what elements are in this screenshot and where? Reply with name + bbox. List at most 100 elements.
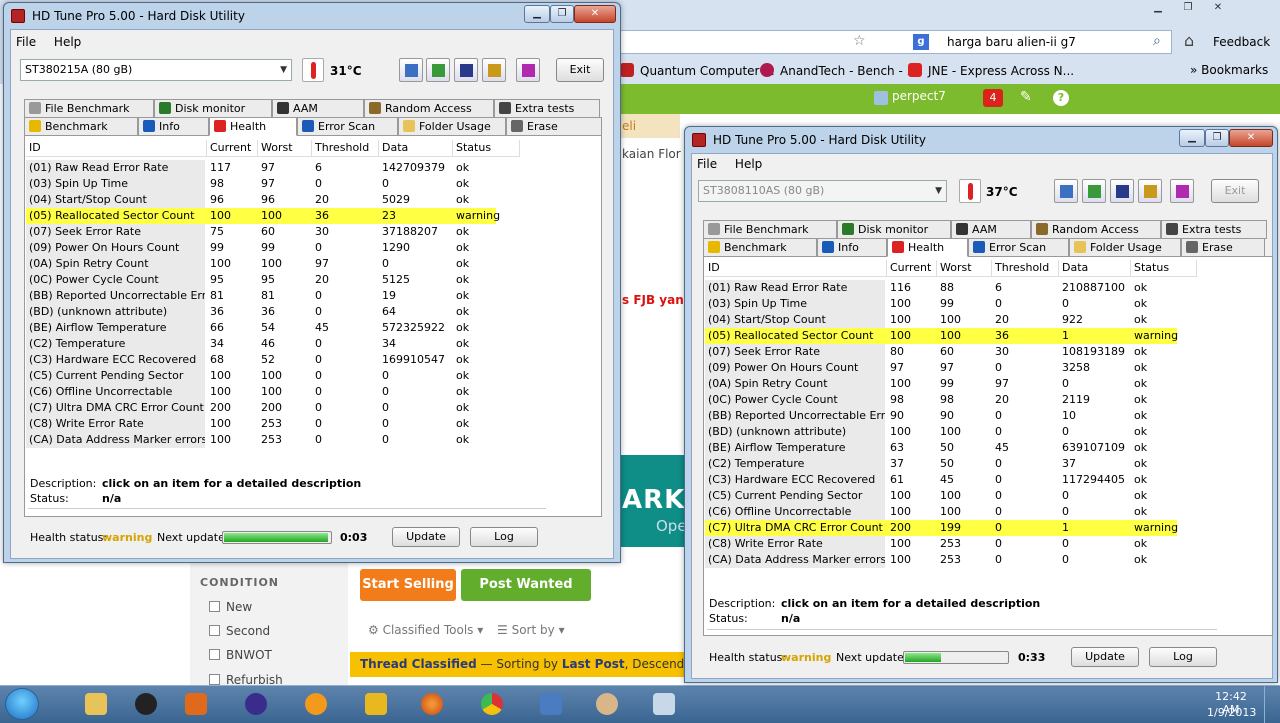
table-row[interactable]: (CA) Data Address Marker errors 100 253 0 0 o… <box>26 432 520 448</box>
options-icon[interactable] <box>1138 179 1162 203</box>
minimize-button[interactable]: ▁ <box>1179 129 1205 147</box>
exit-button[interactable]: Exit <box>556 58 604 82</box>
taskbar-network[interactable] <box>527 688 575 720</box>
start-button[interactable] <box>5 688 39 720</box>
table-row[interactable]: (05) Reallocated Sector Count 100 100 36 23 w… <box>26 208 500 224</box>
table-row[interactable]: (BB) Reported Uncorrectable Errors 81 81 0 1… <box>26 288 520 304</box>
search-bar[interactable]: ☆ g harga baru alien-ii g7 ⌕ <box>612 30 1172 54</box>
table-row[interactable]: (C3) Hardware ECC Recovered 61 45 0 11729440… <box>705 472 1197 488</box>
column-header[interactable]: Worst <box>258 140 312 157</box>
taskbar-blackberry[interactable] <box>122 688 170 720</box>
tab-file-benchmark[interactable]: File Benchmark <box>703 220 837 239</box>
table-row[interactable]: (04) Start/Stop Count 100 100 20 922 ok <box>705 312 1197 328</box>
feedback-button[interactable]: Feedback <box>1213 35 1270 49</box>
pencil-icon[interactable]: ✎ <box>1020 89 1032 105</box>
log-button[interactable]: Log <box>470 527 538 547</box>
tab-benchmark[interactable]: Benchmark <box>703 238 817 257</box>
copy-text-icon[interactable] <box>399 58 423 82</box>
column-header[interactable]: Threshold <box>992 260 1059 277</box>
title-bar[interactable]: HD Tune Pro 5.00 - Hard Disk Utility ▁ ❐… <box>4 3 620 29</box>
table-row[interactable]: (01) Raw Read Error Rate 117 97 6 142709379 o… <box>26 160 520 176</box>
save-icon[interactable] <box>1110 179 1134 203</box>
tab-benchmark[interactable]: Benchmark <box>24 117 138 136</box>
sort-by-menu[interactable]: ☰ Sort by ▾ <box>497 623 565 637</box>
home-icon[interactable]: ⌂ <box>1184 31 1194 50</box>
taskbar-tool[interactable] <box>352 688 400 720</box>
tab-extra-tests[interactable]: Extra tests <box>1161 220 1267 239</box>
condition-checkbox-bnwot[interactable]: BNWOT <box>209 648 272 662</box>
table-row[interactable]: (BD) (unknown attribute) 36 36 0 64 ok <box>26 304 520 320</box>
taskbar-user[interactable] <box>583 688 631 720</box>
table-row[interactable]: (C8) Write Error Rate 100 253 0 0 ok <box>705 536 1197 552</box>
tab-folder-usage[interactable]: Folder Usage <box>398 117 506 136</box>
tab-info[interactable]: Info <box>138 117 209 136</box>
star-icon[interactable]: ☆ <box>853 33 866 49</box>
table-row[interactable]: (09) Power On Hours Count 99 99 0 1290 ok <box>26 240 520 256</box>
tab-erase[interactable]: Erase <box>1181 238 1265 257</box>
column-header[interactable]: Data <box>1059 260 1131 277</box>
table-row[interactable]: (C2) Temperature 34 46 0 34 ok <box>26 336 520 352</box>
smart-table[interactable]: ID Current Worst Threshold Data Status (01) Ra… <box>26 140 520 448</box>
column-header[interactable]: Status <box>453 140 520 157</box>
table-row[interactable]: (BD) (unknown attribute) 100 100 0 0 ok <box>705 424 1197 440</box>
taskbar-media[interactable] <box>172 688 220 720</box>
table-row[interactable]: (05) Reallocated Sector Count 100 100 36 1 wa… <box>705 328 1178 344</box>
tab-health[interactable]: Health <box>887 238 968 257</box>
column-header[interactable]: Current <box>887 260 937 277</box>
checkbox-icon[interactable] <box>209 625 220 636</box>
table-row[interactable]: (09) Power On Hours Count 97 97 0 3258 ok <box>705 360 1197 376</box>
fjb-headline[interactable]: s FJB yang <box>622 293 692 307</box>
category-tabs[interactable]: kaian Flor <box>622 147 681 161</box>
close-icon[interactable]: ✕ <box>1208 1 1228 15</box>
bookmark-item[interactable]: AnandTech - Bench - ... <box>760 63 918 78</box>
drive-select[interactable]: ST3808110AS (80 gB) ▼ <box>698 180 947 202</box>
user-name[interactable]: perpect7 <box>892 89 946 103</box>
checkbox-icon[interactable] <box>209 649 220 660</box>
table-row[interactable]: (C3) Hardware ECC Recovered 68 52 0 16991054… <box>26 352 520 368</box>
table-row[interactable]: (C5) Current Pending Sector 100 100 0 0 ok <box>26 368 520 384</box>
download-icon[interactable] <box>1170 179 1194 203</box>
table-row[interactable]: (BE) Airflow Temperature 66 54 45 572325922 o… <box>26 320 520 336</box>
table-row[interactable]: (C7) Ultra DMA CRC Error Count 200 200 0 0 ok <box>26 400 520 416</box>
table-row[interactable]: (C7) Ultra DMA CRC Error Count 200 199 0 1 wa… <box>705 520 1178 536</box>
tab-aam[interactable]: AAM <box>951 220 1031 239</box>
tab-error-scan[interactable]: Error Scan <box>297 117 398 136</box>
table-row[interactable]: (0C) Power Cycle Count 98 98 20 2119 ok <box>705 392 1197 408</box>
table-row[interactable]: (01) Raw Read Error Rate 116 88 6 210887100 o… <box>705 280 1197 296</box>
menu-file[interactable]: File <box>697 157 717 171</box>
condition-checkbox-new[interactable]: New <box>209 600 252 614</box>
restore-icon[interactable]: ❐ <box>1178 1 1198 15</box>
table-row[interactable]: (C5) Current Pending Sector 100 100 0 0 ok <box>705 488 1197 504</box>
tab-disk-monitor[interactable]: Disk monitor <box>837 220 951 239</box>
table-row[interactable]: (C2) Temperature 37 50 0 37 ok <box>705 456 1197 472</box>
bookmark-item[interactable]: Quantum Computer ... <box>620 63 775 78</box>
exit-button[interactable]: Exit <box>1211 179 1259 203</box>
column-header[interactable]: Threshold <box>312 140 379 157</box>
smart-table[interactable]: ID Current Worst Threshold Data Status (01) Ra… <box>705 260 1197 568</box>
menu-file[interactable]: File <box>16 35 36 49</box>
minimize-button[interactable]: ▁ <box>524 5 550 23</box>
table-row[interactable]: (03) Spin Up Time 98 97 0 0 ok <box>26 176 520 192</box>
menu-help[interactable]: Help <box>735 157 762 171</box>
update-button[interactable]: Update <box>1071 647 1139 667</box>
maximize-button[interactable]: ❐ <box>550 5 574 23</box>
table-row[interactable]: (C8) Write Error Rate 100 253 0 0 ok <box>26 416 520 432</box>
tab-disk-monitor[interactable]: Disk monitor <box>154 99 272 118</box>
menu-help[interactable]: Help <box>54 35 81 49</box>
column-header[interactable]: Current <box>207 140 258 157</box>
column-header[interactable]: Data <box>379 140 453 157</box>
taskbar-chrome[interactable] <box>468 688 516 720</box>
tab-info[interactable]: Info <box>817 238 887 257</box>
search-query[interactable]: harga baru alien-ii g7 <box>947 35 1076 49</box>
table-row[interactable]: (C6) Offline Uncorrectable 100 100 0 0 ok <box>705 504 1197 520</box>
save-icon[interactable] <box>454 58 478 82</box>
tab-erase[interactable]: Erase <box>506 117 602 136</box>
tab-file-benchmark[interactable]: File Benchmark <box>24 99 154 118</box>
title-bar[interactable]: HD Tune Pro 5.00 - Hard Disk Utility ▁ ❐… <box>685 127 1277 153</box>
taskbar-explorer[interactable] <box>72 688 120 720</box>
tab-random-access[interactable]: Random Access <box>1031 220 1161 239</box>
table-row[interactable]: (0C) Power Cycle Count 95 95 20 5125 ok <box>26 272 520 288</box>
column-header[interactable]: ID <box>705 260 887 277</box>
tab-extra-tests[interactable]: Extra tests <box>494 99 600 118</box>
clock-date[interactable]: 1/9/2013 <box>1207 706 1256 719</box>
